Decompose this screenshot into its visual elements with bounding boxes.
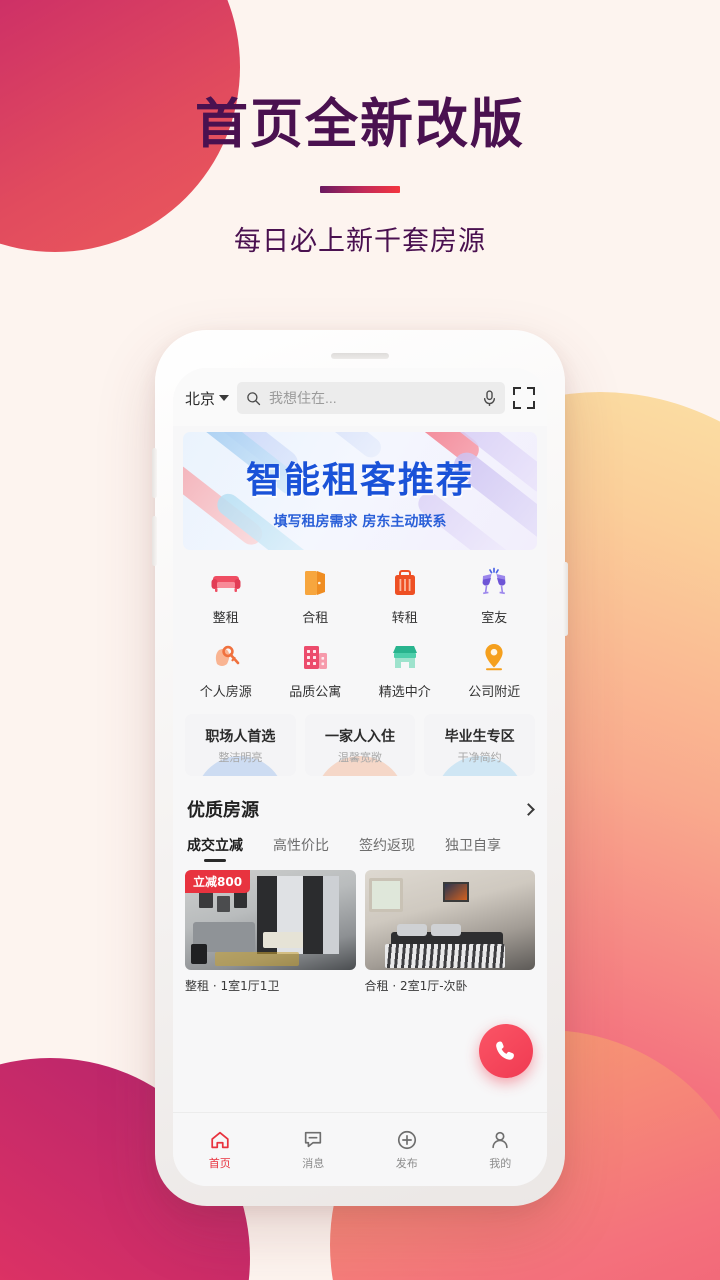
tab-gaoxingjiabi[interactable]: 高性价比 [273, 835, 329, 862]
microphone-icon[interactable] [483, 389, 496, 407]
chevron-right-icon[interactable] [522, 802, 535, 816]
sofa-icon [209, 566, 243, 600]
listing-card[interactable]: 合租 · 2室1厅-次卧 [364, 870, 535, 994]
suitcase-icon [388, 566, 422, 600]
page-subtitle: 每日必上新千套房源 [234, 226, 486, 257]
category-item-jingxuanzhongjie[interactable]: 精选中介 [360, 640, 450, 700]
promo-card-subtitle: 干净简约 [457, 750, 502, 764]
promo-card-family[interactable]: 一家人入住 温馨宽敞 [304, 714, 416, 776]
call-floating-button[interactable] [479, 1024, 533, 1078]
key-icon [209, 640, 243, 674]
location-pin-icon [477, 640, 511, 674]
app-screen: 北京 我想住在... 智能租客推荐 填写租房需求 房东主动联系 整租 合租 转租… [173, 368, 547, 1186]
listing-caption: 合租 · 2室1厅-次卧 [364, 979, 468, 993]
home-icon [211, 1131, 229, 1148]
page-title: 首页全新改版 [195, 94, 525, 155]
promo-card-subtitle: 温馨宽敞 [338, 750, 382, 764]
category-label: 品质公寓 [289, 685, 342, 700]
discount-badge: 立减800 [185, 870, 251, 893]
message-icon [305, 1131, 322, 1147]
promo-card-title: 毕业生专区 [444, 728, 515, 745]
phone-volume-down-button [152, 516, 157, 566]
listing-tabs: 成交立减 高性价比 签约返现 独卫自享 [173, 822, 547, 862]
section-title: 优质房源 [187, 800, 259, 821]
phone-mockup: 北京 我想住在... 智能租客推荐 填写租房需求 房东主动联系 整租 合租 转租… [152, 330, 568, 1206]
category-label: 室友 [481, 611, 508, 626]
nav-label: 发布 [395, 1156, 418, 1170]
city-selector[interactable]: 北京 [185, 388, 230, 409]
category-item-hezu[interactable]: 合租 [271, 566, 361, 626]
building-icon [298, 640, 332, 674]
person-icon [492, 1131, 508, 1148]
listing-card[interactable]: 立减800 整租 · 1室1厅1卫 [185, 870, 356, 994]
category-label: 公司附近 [468, 685, 521, 700]
banner-title: 智能租客推荐 [245, 460, 474, 501]
cheers-icon [477, 566, 511, 600]
search-bar: 北京 我想住在... [173, 368, 547, 426]
listing-caption: 整租 · 1室1厅1卫 [185, 979, 280, 993]
listing-photo: 立减800 [185, 870, 356, 970]
phone-power-button [563, 562, 568, 636]
promo-card-graduate[interactable]: 毕业生专区 干净简约 [424, 714, 536, 776]
category-item-pinzhigongyu[interactable]: 品质公寓 [271, 640, 361, 700]
quality-listings-header: 优质房源 [173, 776, 547, 822]
door-icon [298, 566, 332, 600]
listing-card-row: 立减800 整租 · 1室1厅1卫 合租 · 2室1厅-次卧 [173, 862, 547, 994]
chevron-down-icon [219, 395, 230, 401]
category-label: 个人房源 [199, 685, 252, 700]
nav-label: 首页 [208, 1156, 231, 1170]
category-label: 整租 [212, 611, 239, 626]
category-label: 合租 [302, 611, 329, 626]
listing-photo [364, 870, 535, 970]
tab-qianyuefanxian[interactable]: 签约返现 [359, 835, 415, 862]
nav-item-messages[interactable]: 消息 [267, 1129, 361, 1171]
promo-card-title: 职场人首选 [205, 728, 276, 745]
city-label: 北京 [185, 390, 216, 408]
category-item-zhengzu[interactable]: 整租 [181, 566, 271, 626]
category-item-gongsifujin[interactable]: 公司附近 [450, 640, 540, 700]
tab-chengjiaolijian[interactable]: 成交立减 [187, 835, 243, 862]
category-grid: 整租 合租 转租 室友 个人房源 品质公寓 精选中介 公司附近 [173, 550, 547, 710]
promo-card-row: 职场人首选 整洁明亮 一家人入住 温馨宽敞 毕业生专区 干净简约 [173, 710, 547, 776]
promo-headline-block: 首页全新改版 每日必上新千套房源 [0, 82, 720, 258]
category-label: 转租 [391, 611, 418, 626]
nav-label: 我的 [489, 1156, 512, 1170]
promo-card-title: 一家人入住 [325, 728, 395, 745]
category-item-gerenfangyuan[interactable]: 个人房源 [181, 640, 271, 700]
shop-icon [388, 640, 422, 674]
scan-code-icon[interactable] [513, 387, 535, 409]
category-label: 精选中介 [378, 685, 431, 700]
nav-label: 消息 [302, 1156, 325, 1170]
tab-duweizixiang[interactable]: 独卫自享 [445, 835, 501, 862]
nav-item-profile[interactable]: 我的 [454, 1129, 548, 1171]
bottom-navigation: 首页 消息 发布 我的 [173, 1112, 547, 1186]
phone-speaker-grille [331, 353, 389, 359]
nav-item-home[interactable]: 首页 [173, 1129, 267, 1171]
search-icon [247, 391, 261, 405]
category-item-shiyou[interactable]: 室友 [450, 566, 540, 626]
smart-recommend-banner[interactable]: 智能租客推荐 填写租房需求 房东主动联系 [183, 432, 537, 550]
phone-call-icon [496, 1041, 514, 1060]
phone-volume-up-button [152, 448, 157, 498]
promo-card-workplace[interactable]: 职场人首选 整洁明亮 [185, 714, 296, 776]
plus-circle-icon [397, 1130, 416, 1149]
category-item-zhuanzu[interactable]: 转租 [360, 566, 450, 626]
nav-item-publish[interactable]: 发布 [360, 1129, 454, 1171]
banner-subtitle: 填写租房需求 房东主动联系 [273, 514, 447, 530]
search-input[interactable]: 我想住在... [237, 382, 505, 414]
title-divider [320, 186, 400, 193]
promo-card-subtitle: 整洁明亮 [218, 750, 263, 764]
search-placeholder: 我想住在... [269, 390, 337, 406]
